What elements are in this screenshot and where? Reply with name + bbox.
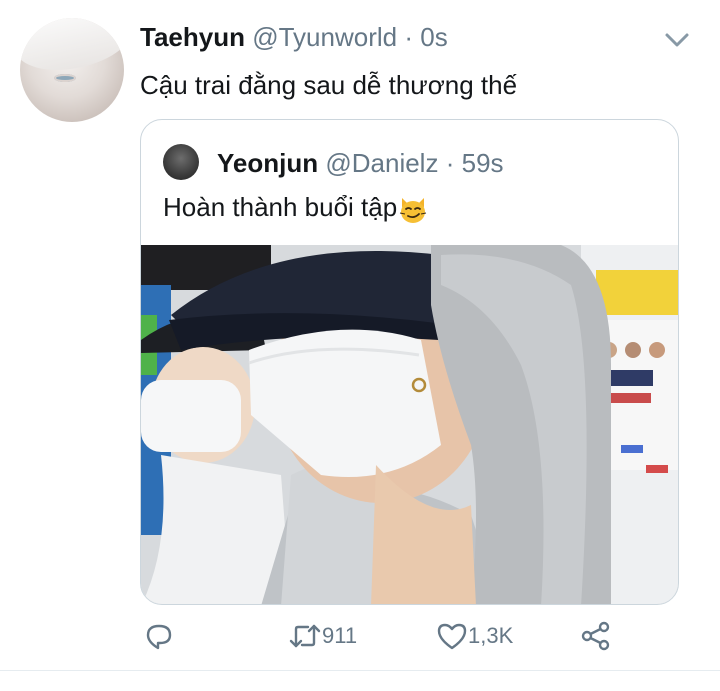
header-separator: · <box>404 22 414 52</box>
like-button[interactable]: 1,3K <box>436 616 513 656</box>
share-icon <box>580 620 612 652</box>
retweet-button[interactable]: 911 <box>288 616 357 656</box>
tweet-header: Taehyun @Tyunworld · 0s <box>140 22 448 53</box>
author-name[interactable]: Taehyun <box>140 22 245 52</box>
quoted-header-separator: · <box>445 148 455 178</box>
author-handle[interactable]: @Tyunworld <box>252 22 397 52</box>
heart-icon <box>436 621 468 651</box>
quoted-tweet-text: Hoàn thành buổi tập <box>163 192 398 222</box>
quoted-author-handle[interactable]: @Danielz <box>325 148 438 178</box>
quoted-tweet-text-row: Hoàn thành buổi tập <box>163 192 428 223</box>
reply-icon <box>144 621 174 651</box>
tweet-text: Cậu trai đằng sau dễ thương thế <box>140 70 518 100</box>
avatar-eye <box>54 74 76 82</box>
quoted-author-avatar[interactable] <box>163 144 199 180</box>
like-count: 1,3K <box>468 623 514 648</box>
reply-button[interactable] <box>144 616 174 656</box>
tweet-actions-bar: 911 1,3K <box>0 616 720 656</box>
quoted-author-name[interactable]: Yeonjun <box>217 148 318 178</box>
share-button[interactable] <box>580 616 612 656</box>
quoted-tweet-header: Yeonjun @Danielz · 59s <box>217 148 504 179</box>
retweet-count: 911 <box>322 623 358 648</box>
tweet-time[interactable]: 0s <box>420 22 447 52</box>
smirking-cat-emoji-icon <box>398 195 428 225</box>
tweet-divider <box>0 670 720 671</box>
author-avatar[interactable] <box>20 18 124 122</box>
retweet-icon <box>288 621 322 651</box>
chevron-down-icon[interactable] <box>664 30 690 50</box>
quoted-tweet-photo[interactable] <box>141 245 678 604</box>
avatar-hair <box>20 18 124 80</box>
quoted-tweet-time[interactable]: 59s <box>462 148 504 178</box>
quoted-tweet-card[interactable]: Yeonjun @Danielz · 59s Hoàn thành buổi t… <box>140 119 679 605</box>
photo-illustration <box>141 245 678 604</box>
